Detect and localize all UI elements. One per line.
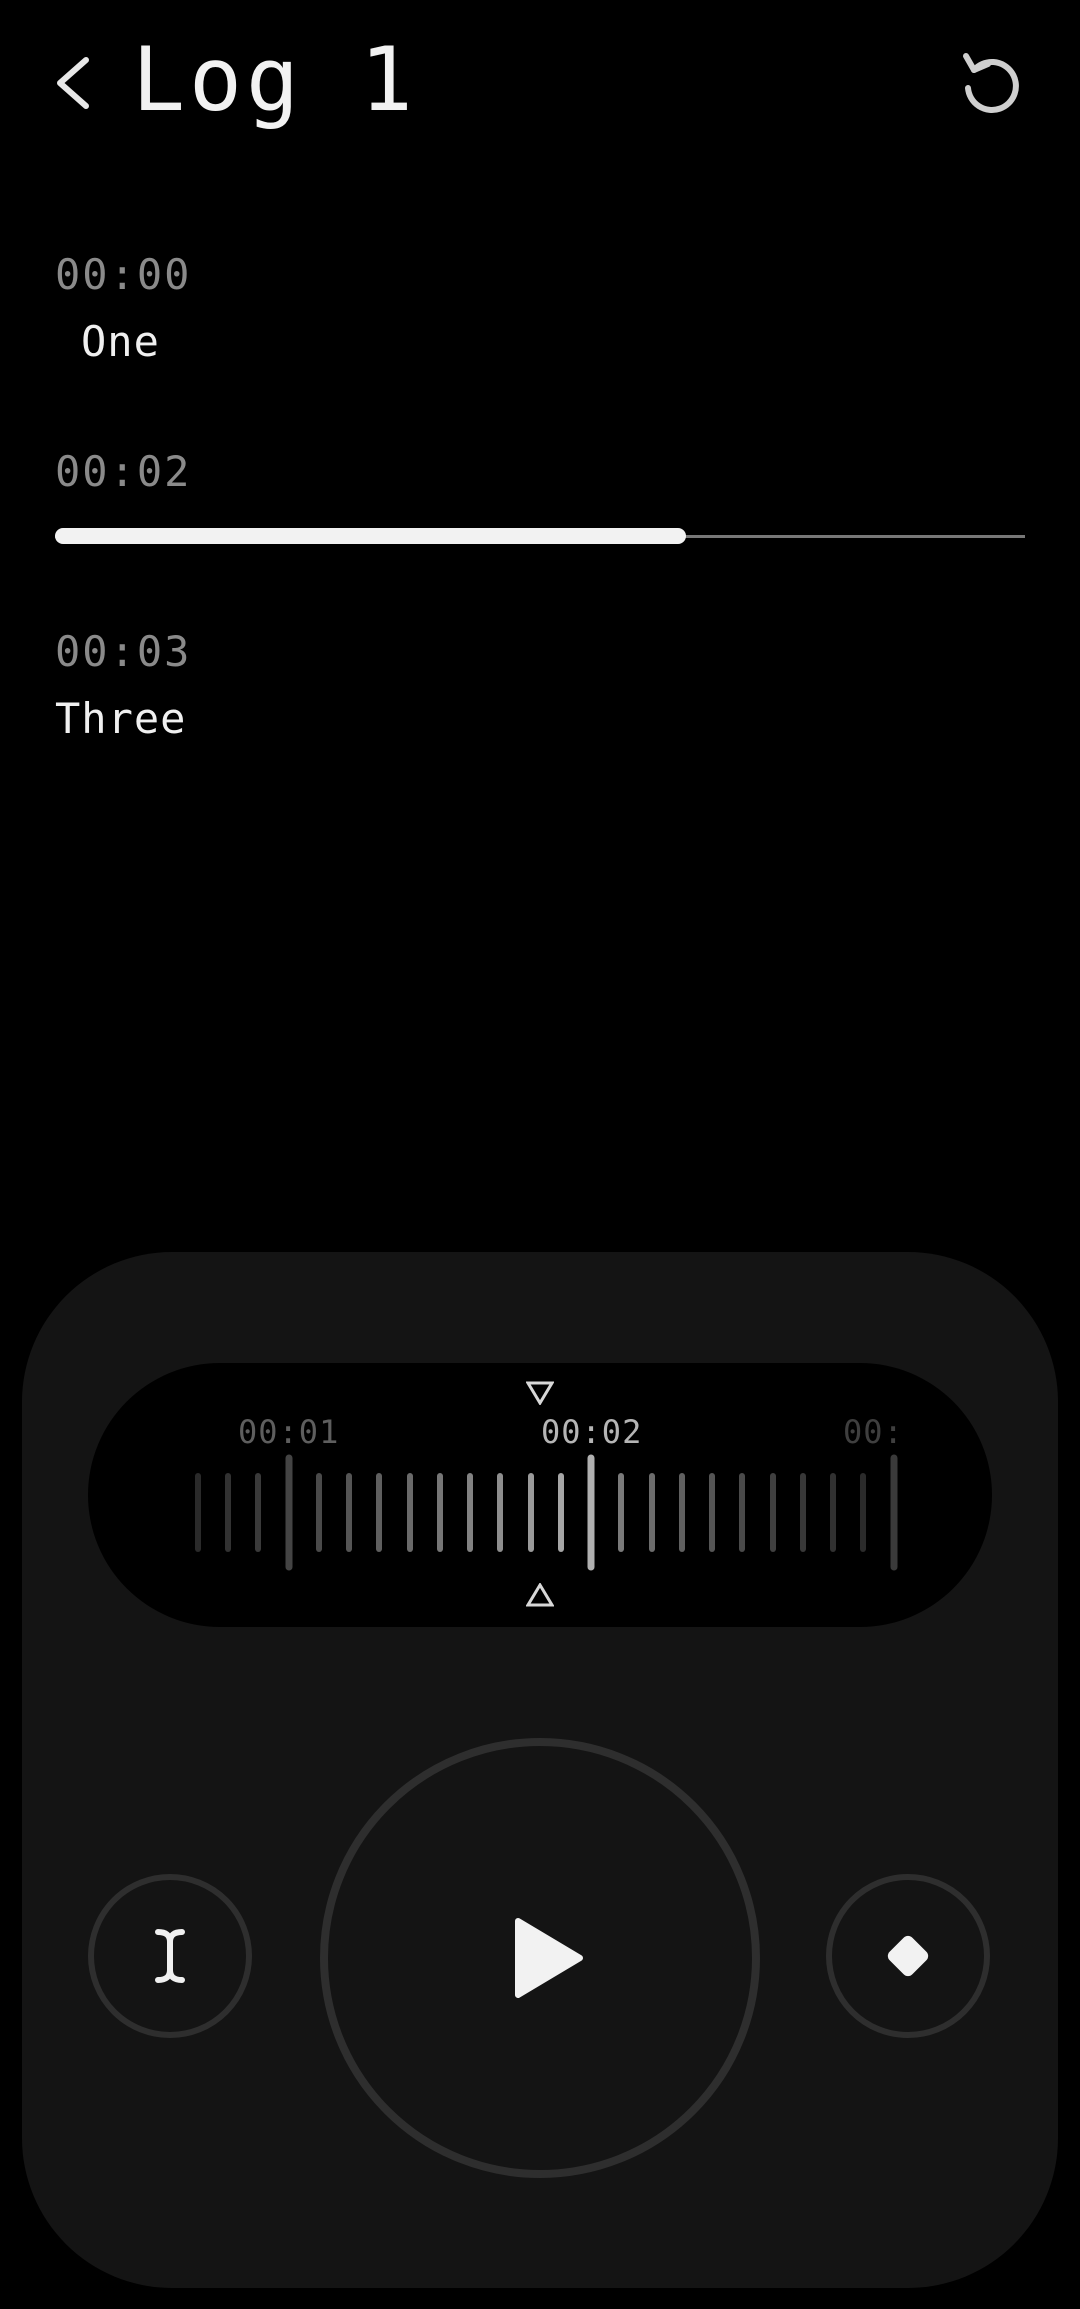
text-cursor-icon	[155, 1929, 185, 1983]
log-entry-active[interactable]: 00:02	[55, 447, 191, 496]
entry-label: One	[81, 317, 160, 366]
playhead-bottom-icon	[526, 1583, 554, 1607]
log-entry[interactable]: 00:00 One	[55, 250, 191, 366]
restart-icon	[963, 53, 1019, 113]
entry-timestamp: 00:03	[55, 627, 192, 676]
entry-timestamp: 00:02	[55, 447, 192, 496]
progress-fill	[55, 528, 686, 544]
play-icon	[515, 1918, 583, 1998]
entry-timestamp: 00:00	[55, 250, 192, 299]
diamond-icon	[887, 1935, 929, 1977]
entry-progress-bar[interactable]	[55, 526, 1025, 546]
play-button[interactable]	[320, 1738, 760, 2178]
chevron-left-icon	[57, 57, 89, 109]
log-entry[interactable]: 00:03 Three	[55, 627, 191, 743]
reset-button[interactable]	[958, 48, 1026, 116]
text-note-button[interactable]	[88, 1874, 252, 2038]
back-button[interactable]	[50, 48, 100, 118]
marker-button[interactable]	[826, 1874, 990, 2038]
page-title: Log 1	[132, 28, 417, 131]
entry-label: Three	[55, 694, 187, 743]
timeline-scrubber[interactable]: 00:01 00:02 00:	[88, 1363, 992, 1627]
header: Log 1	[0, 0, 1080, 170]
